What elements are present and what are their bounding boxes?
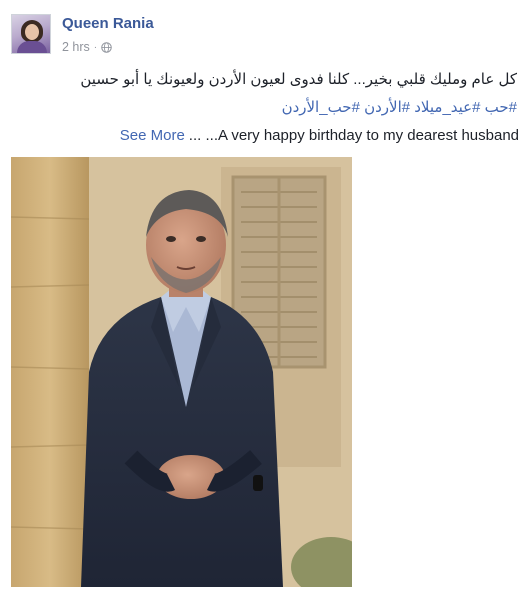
post-timestamp[interactable]: 2 hrs xyxy=(62,40,90,54)
globe-icon[interactable] xyxy=(101,41,112,53)
post-text-english-row: See More ... ...A very happy birthday to… xyxy=(120,127,519,144)
post-text-arabic: كل عام ومليك قلبي بخير... كلنا فدوى لعيو… xyxy=(80,71,517,88)
post-text-english: ...A very happy birthday to my dearest h… xyxy=(205,127,519,144)
ellipsis: ... xyxy=(188,127,202,144)
facebook-post: Queen Rania 2 hrs · كل عام ومليك قلبي بخ… xyxy=(0,0,529,600)
meta-separator: · xyxy=(93,41,98,53)
post-meta: 2 hrs · xyxy=(62,40,112,54)
author-name[interactable]: Queen Rania xyxy=(62,15,154,32)
see-more-link[interactable]: See More xyxy=(120,127,185,144)
profile-avatar[interactable] xyxy=(11,14,51,54)
post-photo[interactable] xyxy=(11,157,352,587)
post-hashtags[interactable]: #حب #عيد_ميلاد #الأردن #حب_الأردن xyxy=(7,98,517,116)
